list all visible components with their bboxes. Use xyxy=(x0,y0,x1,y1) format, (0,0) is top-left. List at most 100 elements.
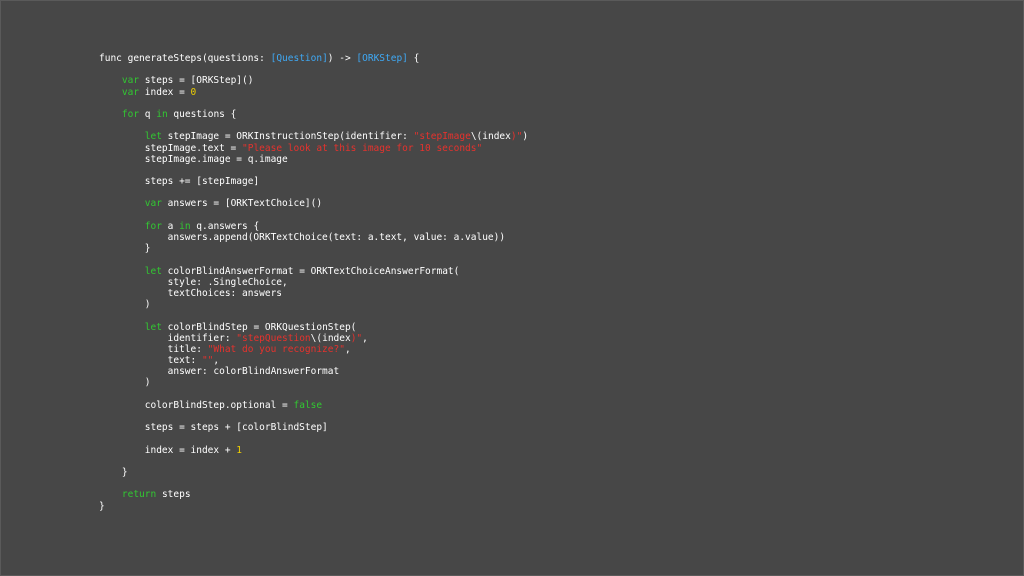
code-token-pln xyxy=(99,131,145,142)
code-token-str: "What do you recognize?" xyxy=(207,343,345,355)
code-token-pln: stepImage.text = xyxy=(99,142,242,154)
code-line: answers.append(ORKTextChoice(text: a.tex… xyxy=(99,232,528,243)
code-token-kw: let xyxy=(144,265,162,277)
code-line: let colorBlindAnswerFormat = ORKTextChoi… xyxy=(99,266,528,277)
code-block: func generateSteps(questions: [Question]… xyxy=(99,53,528,512)
code-token-type: [Question] xyxy=(270,53,328,64)
code-token-pln: textChoices: answers xyxy=(99,287,283,299)
code-line: title: "What do you recognize?", xyxy=(99,344,528,355)
code-token-kw: var xyxy=(144,198,162,210)
code-line: } xyxy=(99,501,528,512)
code-line: ) xyxy=(99,377,528,388)
code-line: colorBlindStep.optional = false xyxy=(99,400,528,411)
code-token-pln xyxy=(99,109,122,120)
code-token-pln: } xyxy=(99,500,105,512)
code-token-pln: a xyxy=(161,220,180,232)
code-token-pln: colorBlindAnswerFormat = ORKTextChoiceAn… xyxy=(161,265,460,277)
code-token-pln: , xyxy=(213,355,220,367)
code-token-str: "Please look at this image for 10 second… xyxy=(242,142,483,154)
code-token-kw: let xyxy=(144,131,162,143)
code-token-pln: answer: colorBlindAnswerFormat xyxy=(99,366,340,378)
code-line: stepImage.image = q.image xyxy=(99,154,528,165)
code-line: identifier: "stepQuestion\(index)", xyxy=(99,333,528,344)
code-slide: func generateSteps(questions: [Question]… xyxy=(0,0,1024,576)
code-line: stepImage.text = "Please look at this im… xyxy=(99,143,528,154)
code-token-pln: stepImage.image = q.image xyxy=(99,153,288,165)
code-line: text: "", xyxy=(99,355,528,366)
code-token-pln: \( xyxy=(470,131,483,143)
code-token-pln: func generateSteps(questions: xyxy=(99,53,271,64)
code-token-pln: index = index + xyxy=(99,444,237,456)
code-token-pln: colorBlindStep = ORKQuestionStep( xyxy=(161,321,357,333)
code-token-kw: for xyxy=(144,220,162,232)
code-token-pln xyxy=(99,198,145,209)
code-token-pln: stepImage = ORKInstructionStep(identifie… xyxy=(161,131,414,143)
code-line: var steps = [ORKStep]() xyxy=(99,75,528,86)
code-token-str: )" xyxy=(510,131,523,143)
code-line: for a in q.answers { xyxy=(99,221,528,232)
code-token-kw: for xyxy=(121,108,140,120)
code-token-pln: colorBlindStep.optional = xyxy=(99,399,294,411)
code-token-pln: , xyxy=(344,343,351,355)
code-line: func generateSteps(questions: [Question]… xyxy=(99,53,528,64)
code-token-pln xyxy=(99,266,145,277)
code-line: return steps xyxy=(99,489,528,500)
code-token-kw: in xyxy=(179,220,191,232)
code-token-pln: q xyxy=(139,108,157,120)
code-token-str: )" xyxy=(350,332,363,344)
code-token-pln: steps = [ORKStep]() xyxy=(139,75,254,87)
code-token-str: "" xyxy=(201,355,214,367)
code-line: var index = 0 xyxy=(99,87,528,98)
code-token-kw: var xyxy=(121,86,140,98)
code-token-pln: , xyxy=(362,332,368,344)
code-token-pln: steps = steps + [colorBlindStep] xyxy=(99,422,328,434)
code-line: let stepImage = ORKInstructionStep(ident… xyxy=(99,131,528,142)
code-token-str: "stepQuestion xyxy=(236,332,311,344)
code-line: style: .SingleChoice, xyxy=(99,277,528,288)
code-token-pln: \( xyxy=(310,332,323,344)
code-token-pln: q.answers { xyxy=(190,220,260,232)
code-line: textChoices: answers xyxy=(99,288,528,299)
code-line: let colorBlindStep = ORKQuestionStep( xyxy=(99,322,528,333)
code-token-pln: } xyxy=(99,243,151,255)
code-line: answer: colorBlindAnswerFormat xyxy=(99,366,528,377)
code-token-pln: steps xyxy=(156,489,191,501)
code-token-pln: } xyxy=(99,466,128,478)
code-token-str: "stepImage xyxy=(413,131,471,143)
code-token-kw: let xyxy=(144,321,162,333)
code-line: } xyxy=(99,243,528,254)
code-token-kw: return xyxy=(121,489,157,501)
code-line: index = index + 1 xyxy=(99,445,528,456)
code-line: } xyxy=(99,467,528,478)
code-token-pln: ) -> xyxy=(327,53,357,64)
code-token-pln: ) xyxy=(99,377,151,389)
code-token-pln xyxy=(99,322,145,333)
code-token-num: 1 xyxy=(236,444,243,456)
code-token-kw: in xyxy=(156,108,168,120)
code-token-pln: questions { xyxy=(167,108,237,120)
code-token-pln: index xyxy=(322,332,351,344)
code-token-kw: var xyxy=(121,75,140,87)
code-token-pln xyxy=(99,221,145,232)
code-token-kw: false xyxy=(293,399,323,411)
code-token-pln: style: .SingleChoice, xyxy=(99,276,288,288)
code-token-pln: ) xyxy=(99,299,151,311)
code-token-pln xyxy=(99,75,122,86)
code-token-pln: ) xyxy=(522,131,529,143)
code-token-pln xyxy=(99,489,122,500)
code-token-pln xyxy=(99,87,122,98)
code-token-pln: title: xyxy=(99,343,208,355)
